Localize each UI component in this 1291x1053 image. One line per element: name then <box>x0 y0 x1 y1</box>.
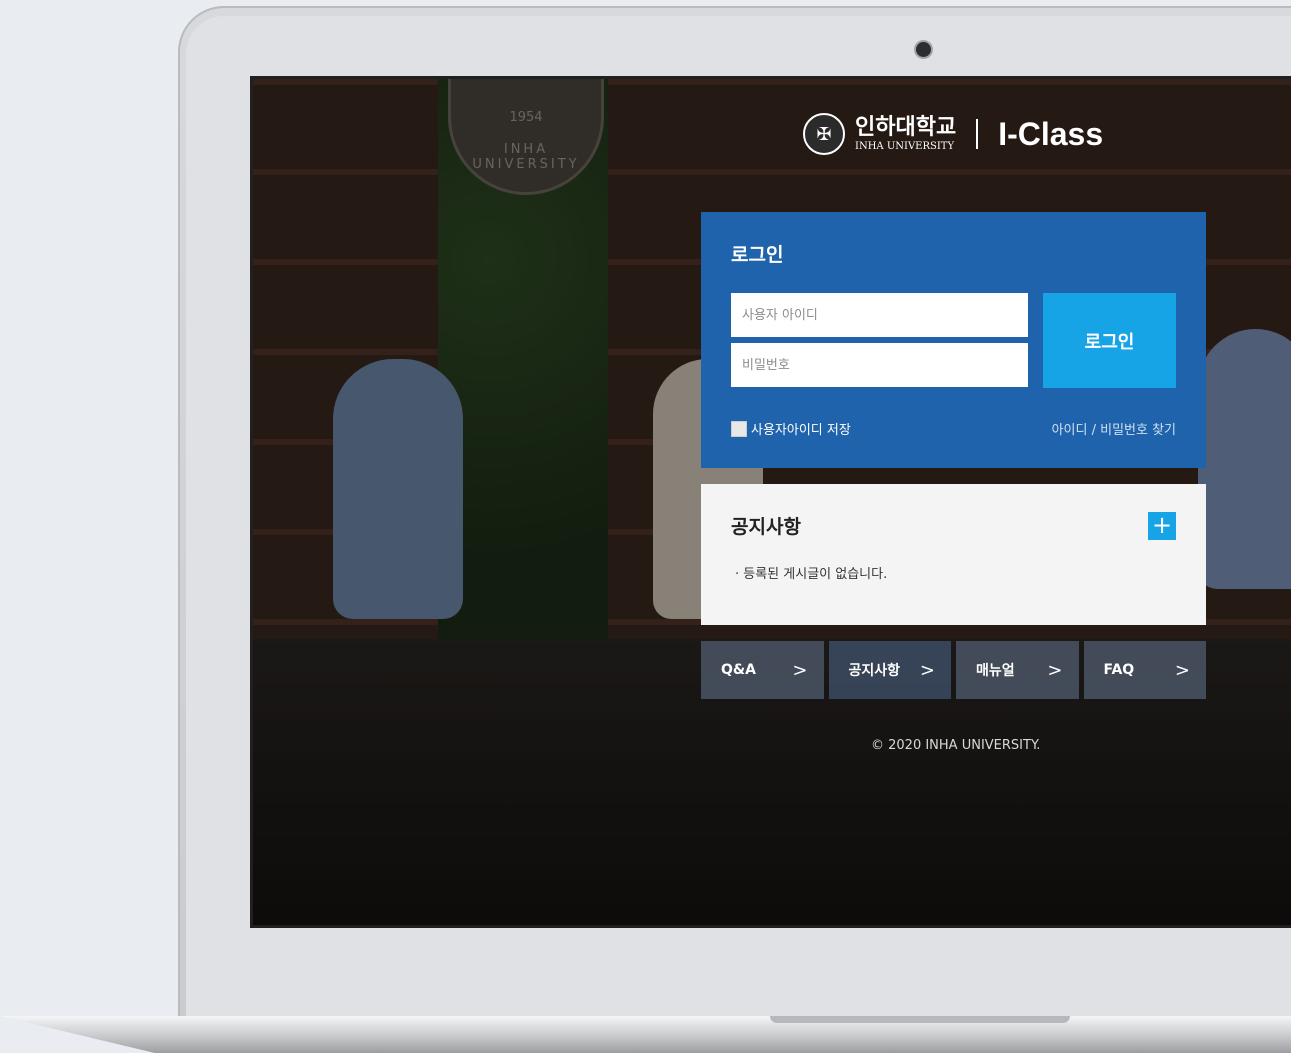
login-panel: 로그인 로그인 사용자아이디 저장 아이디 / 비밀번호 찾기 <box>701 212 1206 468</box>
chevron-right-icon: > <box>1174 659 1190 681</box>
find-id-password-link[interactable]: 아이디 / 비밀번호 찾기 <box>1052 419 1176 438</box>
chevron-right-icon: > <box>792 659 808 681</box>
password-input[interactable] <box>731 343 1028 387</box>
chevron-right-icon: > <box>919 659 935 681</box>
remember-id-checkbox[interactable]: 사용자아이디 저장 <box>731 419 851 438</box>
screen: 1954 INHA UNIVERSITY ✠ 인하대학교 INHA UNIVER… <box>250 76 1291 928</box>
login-button[interactable]: 로그인 <box>1043 293 1176 388</box>
logo-text: 인하대학교 INHA UNIVERSITY <box>855 114 957 152</box>
remember-id-label: 사용자아이디 저장 <box>751 423 851 438</box>
quicklink-notice[interactable]: 공지사항 > <box>828 641 951 699</box>
notice-panel: 공지사항 + · 등록된 게시글이 없습니다. <box>701 484 1206 625</box>
quicklink-faq[interactable]: FAQ > <box>1083 641 1206 699</box>
login-title: 로그인 <box>731 244 784 266</box>
quicklink-label: 매뉴얼 <box>976 663 1015 679</box>
copyright: © 2020 INHA UNIVERSITY. <box>871 738 1041 753</box>
notice-title: 공지사항 <box>731 516 801 538</box>
notice-empty-message: · 등록된 게시글이 없습니다. <box>735 567 888 582</box>
quicklink-label: FAQ <box>1103 662 1135 678</box>
notice-more-plus-icon[interactable]: + <box>1148 512 1176 540</box>
camera-icon <box>916 42 931 57</box>
logo-english: INHA UNIVERSITY <box>855 140 955 152</box>
university-seal-icon: ✠ <box>803 113 845 155</box>
laptop-base <box>0 1016 1291 1053</box>
quicklink-label: Q&A <box>721 662 756 678</box>
user-id-input[interactable] <box>731 293 1028 337</box>
quicklink-qna[interactable]: Q&A > <box>701 641 824 699</box>
chevron-right-icon: > <box>1047 659 1063 681</box>
logo-korean: 인하대학교 <box>855 114 957 140</box>
product-name: I-Class <box>998 115 1104 152</box>
laptop-notch <box>770 1016 1070 1023</box>
site-logo[interactable]: ✠ 인하대학교 INHA UNIVERSITY I-Class <box>803 113 1103 155</box>
quicklink-manual[interactable]: 매뉴얼 > <box>956 641 1079 699</box>
checkbox-icon[interactable] <box>731 420 747 437</box>
quick-links: Q&A > 공지사항 > 매뉴얼 > FAQ > <box>701 641 1206 699</box>
quicklink-label: 공지사항 <box>848 663 901 679</box>
logo-divider <box>976 119 979 149</box>
